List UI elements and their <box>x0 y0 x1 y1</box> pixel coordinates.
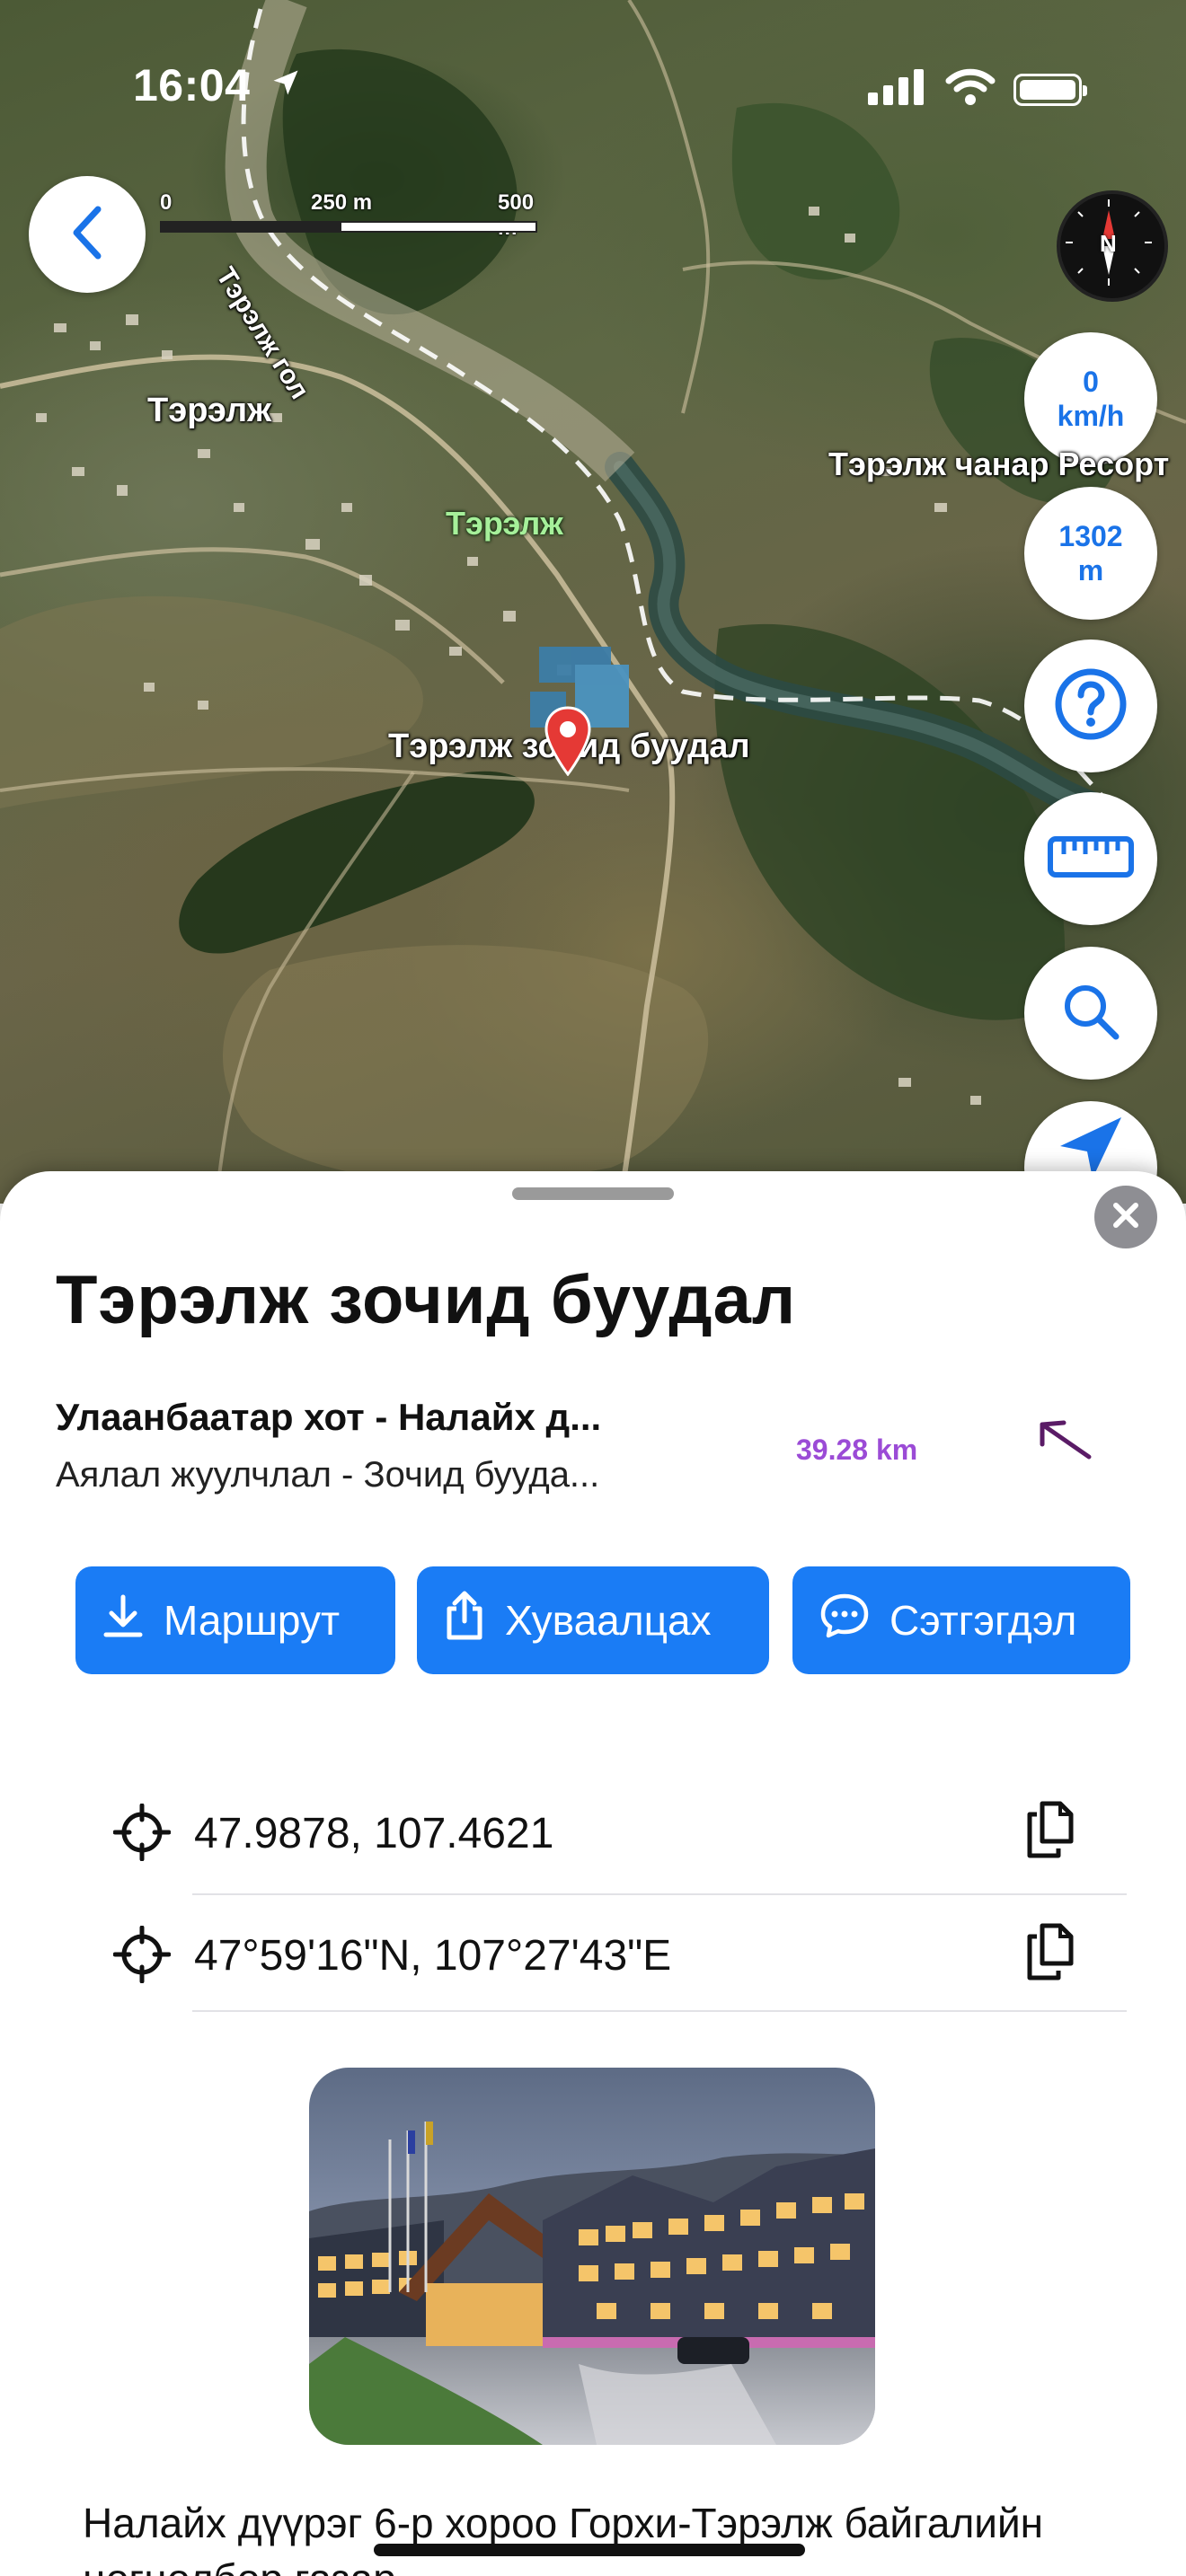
status-right <box>868 68 1087 110</box>
crosshair-icon <box>112 1803 172 1866</box>
distance-label: 39.28 km <box>796 1434 918 1466</box>
map-terrain <box>0 0 1186 1204</box>
place-category: Аялал жуулчлал - Зочид бууда... <box>56 1455 600 1495</box>
review-button[interactable]: Сэтгэгдэл <box>792 1566 1130 1674</box>
scale-bar <box>160 221 537 233</box>
compass-button[interactable]: N <box>1057 190 1168 302</box>
location-pin-icon[interactable] <box>544 706 591 781</box>
map-label-resort[interactable]: Тэрэлж чанар Ресорт <box>828 446 1169 483</box>
status-bar: 16:04 <box>0 0 1186 110</box>
route-label: Маршрут <box>164 1597 341 1644</box>
place-title: Тэрэлж зочид буудал <box>56 1262 797 1338</box>
place-address: Улаанбаатар хот - Налайх д... <box>56 1396 602 1438</box>
crosshair-icon <box>112 1925 172 1988</box>
location-arrow-icon <box>270 66 302 103</box>
speed-unit: km/h <box>1057 400 1125 432</box>
action-buttons: Маршрут Хуваалцах Сэтгэгдэл <box>75 1566 1186 1678</box>
coordinate-row-decimal: 47.9878, 107.4621 <box>108 1773 1123 1890</box>
altitude-value: 1302 <box>1058 520 1123 552</box>
wifi-icon <box>945 68 996 110</box>
battery-icon <box>1013 73 1087 106</box>
compass-label: N <box>1100 230 1117 257</box>
back-button[interactable] <box>29 176 146 293</box>
close-icon <box>1111 1200 1141 1235</box>
altitude-unit: m <box>1077 554 1104 587</box>
ruler-button[interactable] <box>1024 792 1157 925</box>
scale-label-0: 0 <box>160 190 173 215</box>
map-label-town[interactable]: Тэрэлж <box>147 392 271 430</box>
download-icon <box>102 1593 144 1648</box>
copy-icon[interactable] <box>1024 1800 1076 1864</box>
ruler-icon <box>1048 835 1134 882</box>
share-button[interactable]: Хуваалцах <box>417 1566 769 1674</box>
direction-arrow-icon <box>1033 1414 1096 1472</box>
map-search-button[interactable] <box>1024 947 1157 1080</box>
map-scale: 0 250 m 500 m <box>160 190 537 240</box>
back-icon <box>67 204 107 266</box>
help-icon <box>1053 666 1128 746</box>
place-description: Налайх дүүрэг 6-р хороо Горхи-Тэрэлж бай… <box>83 2500 1044 2576</box>
scale-label-250: 250 m <box>311 190 373 215</box>
coordinates-dms[interactable]: 47°59'16"N, 107°27'43"E <box>194 1931 671 1981</box>
help-button[interactable] <box>1024 640 1157 772</box>
place-detail-sheet: Тэрэлж зочид буудал Улаанбаатар хот - На… <box>0 1171 1186 2576</box>
coordinates-decimal[interactable]: 47.9878, 107.4621 <box>194 1809 553 1858</box>
altitude-indicator[interactable]: 1302 m <box>1024 487 1157 620</box>
signal-icon <box>868 69 927 110</box>
search-icon <box>1058 979 1123 1048</box>
place-photo[interactable] <box>309 2068 875 2445</box>
status-time: 16:04 <box>133 60 251 110</box>
speed-value: 0 <box>1083 366 1099 398</box>
share-icon <box>444 1591 485 1651</box>
sheet-grabber[interactable] <box>512 1187 674 1200</box>
map-view[interactable]: 16:04 0 250 m 500 N 0 km/h 1302 m Тэрэлж… <box>0 0 1186 1204</box>
review-label: Сэтгэгдэл <box>890 1597 1077 1644</box>
home-indicator[interactable] <box>374 2544 805 2556</box>
route-button[interactable]: Маршрут <box>75 1566 395 1674</box>
copy-icon[interactable] <box>1024 1922 1076 1986</box>
divider <box>192 2010 1127 2012</box>
scale-label-500: 500 m <box>498 190 535 240</box>
chat-bubble-icon <box>819 1592 870 1649</box>
share-label: Хуваалцах <box>505 1597 712 1644</box>
map-label-village[interactable]: Тэрэлж <box>446 505 563 543</box>
coordinate-row-dms: 47°59'16"N, 107°27'43"E <box>108 1895 1123 2012</box>
close-button[interactable] <box>1094 1186 1157 1248</box>
